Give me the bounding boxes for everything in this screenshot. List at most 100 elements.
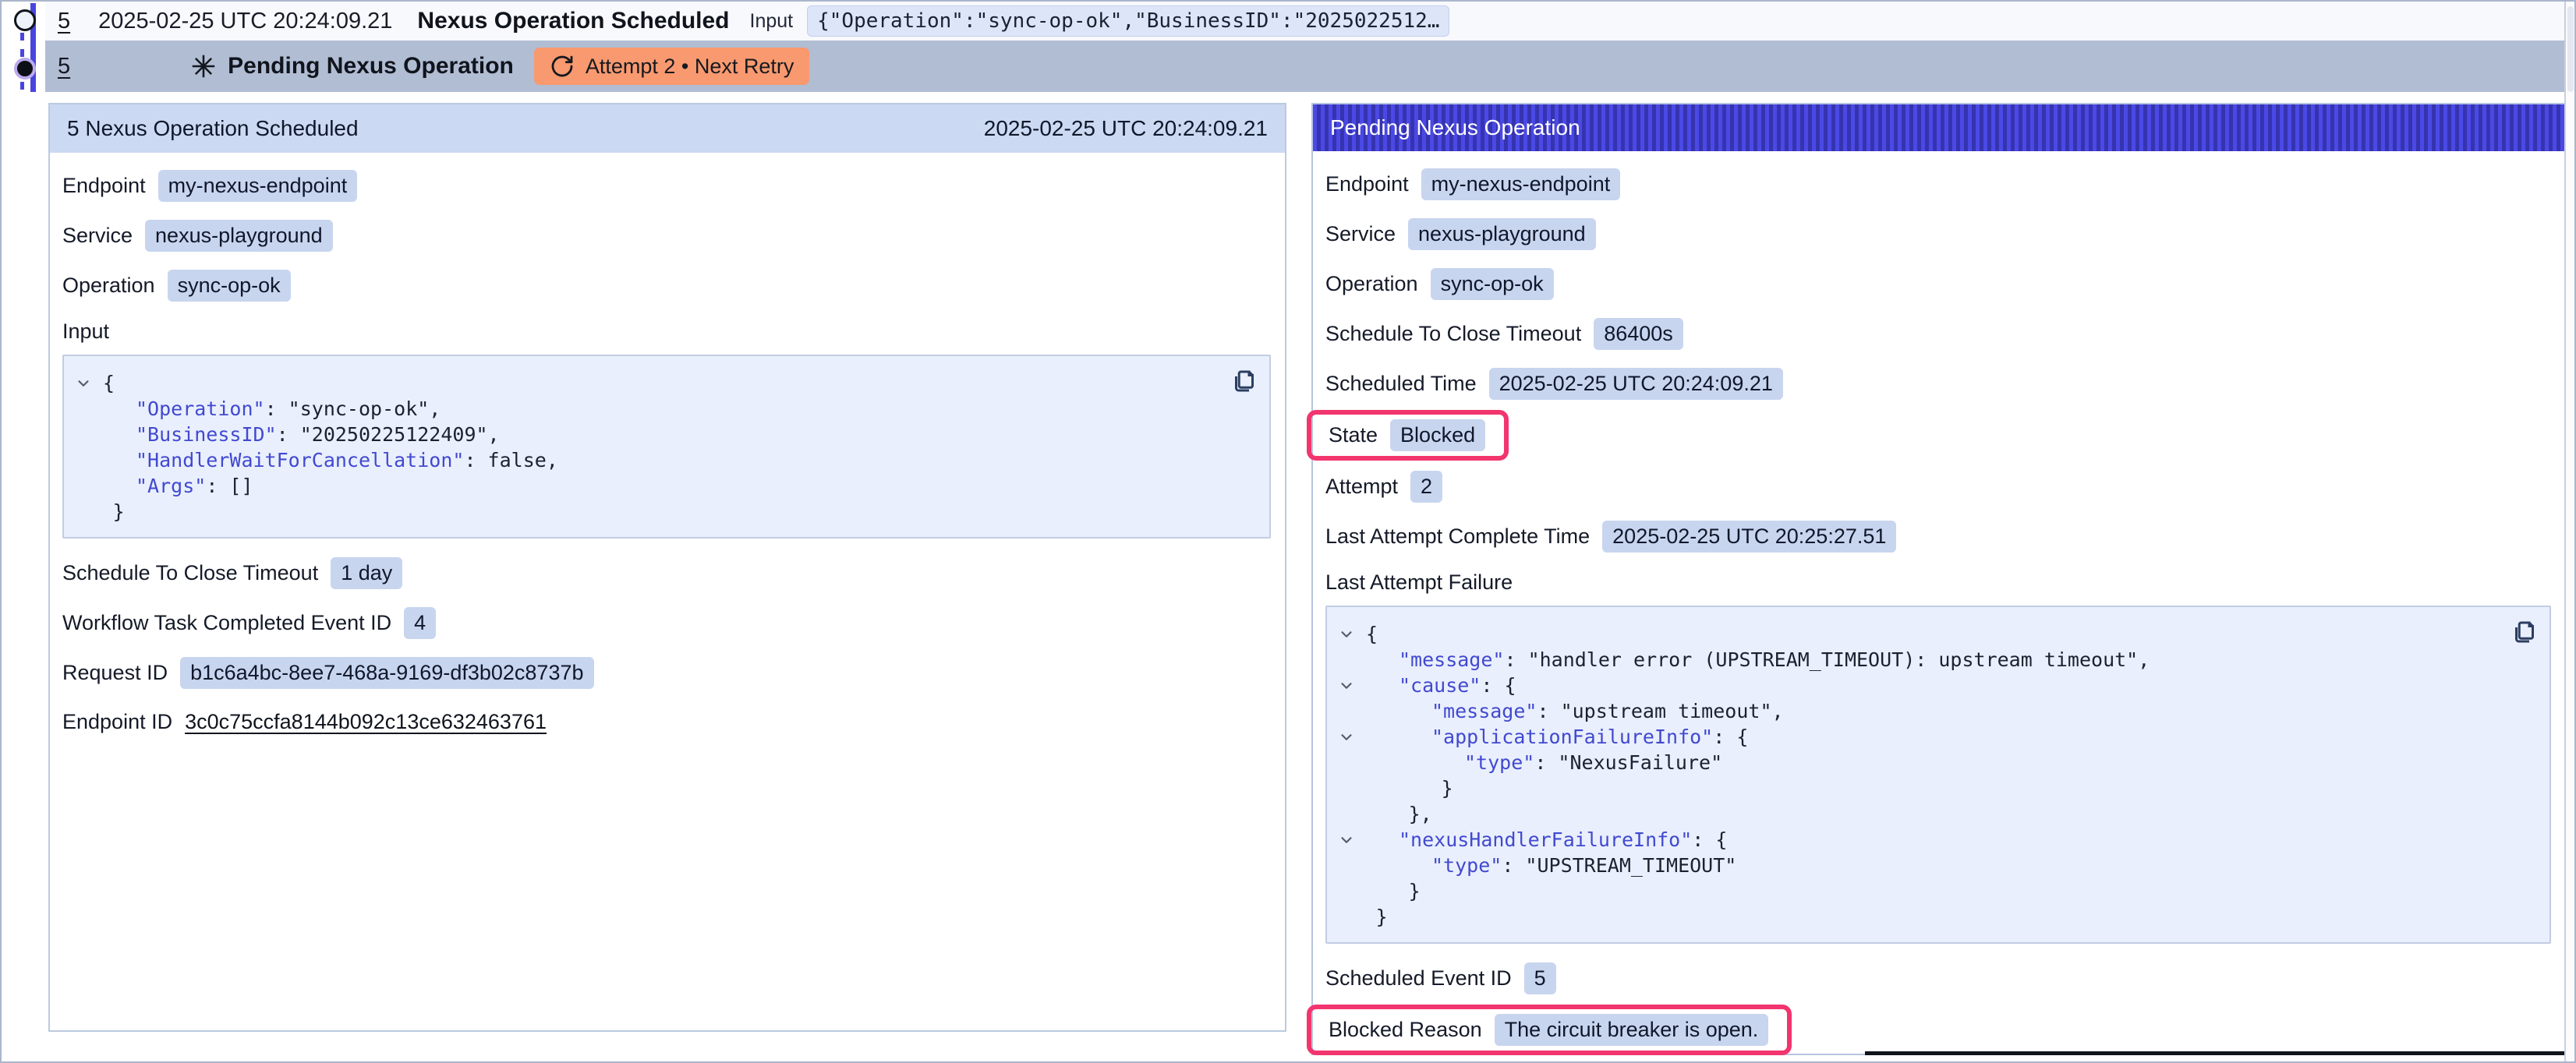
json-line: "type": "UPSTREAM_TIMEOUT"	[1338, 853, 2495, 878]
event-detail-fields: Endpointmy-nexus-endpointServicenexus-pl…	[50, 153, 1285, 736]
json-line: "Args": []	[75, 473, 1215, 499]
chevron-spacer	[1338, 801, 1366, 827]
field-value-badge: 1 day	[331, 557, 402, 589]
chevron-spacer	[75, 473, 103, 499]
json-line: },	[1338, 801, 2495, 827]
event-detail-panel: 5 Nexus Operation Scheduled 2025-02-25 U…	[48, 103, 1286, 1032]
field-state: StateBlocked	[1325, 418, 2551, 453]
field-label-attempt: Attempt	[1325, 475, 1398, 499]
chevron-spacer	[75, 422, 103, 447]
field-last-attempt-failure: Last Attempt Failure {"message": "handler…	[1325, 570, 2551, 944]
json-key: "type"	[1464, 750, 1534, 775]
json-plain: : false,	[464, 447, 557, 473]
field-label-blocked-reason: Blocked Reason	[1329, 1018, 1482, 1042]
json-line: }	[1338, 878, 2495, 904]
field-value-badge: nexus-playground	[1408, 218, 1596, 250]
copy-icon[interactable]	[1230, 367, 1258, 395]
field-label-scheduled-event-id: Scheduled Event ID	[1325, 966, 1512, 991]
json-line: "applicationFailureInfo": {	[1338, 724, 2495, 750]
json-plain: }	[113, 499, 125, 524]
json-line: {	[75, 370, 1215, 396]
json-line: "message": "handler error (UPSTREAM_TIME…	[1338, 647, 2495, 673]
pending-operation-panel-header: Pending Nexus Operation	[1313, 104, 2565, 151]
annotation-highlight-box: Blocked Reason The circuit breaker is ope…	[1307, 1005, 1792, 1055]
collapse-chevron-icon[interactable]	[1338, 724, 1366, 750]
field-label-service: Service	[62, 224, 133, 248]
collapse-chevron-icon[interactable]	[1338, 673, 1366, 698]
json-line: "Operation": "sync-op-ok",	[75, 396, 1215, 422]
field-label-last-attempt-complete-time: Last Attempt Complete Time	[1325, 524, 1590, 549]
field-value-badge: 5	[1524, 962, 1556, 994]
event-id-link[interactable]: 5	[58, 54, 70, 79]
event-title: Nexus Operation Scheduled	[417, 8, 729, 34]
field-label-schedule-to-close-timeout: Schedule To Close Timeout	[1325, 322, 1581, 346]
panel-title: 5 Nexus Operation Scheduled	[67, 116, 359, 141]
pending-event-title: Pending Nexus Operation	[228, 53, 514, 79]
event-timestamp: 2025-02-25 UTC 20:24:09.21	[98, 9, 392, 34]
json-line: "HandlerWaitForCancellation": false,	[75, 447, 1215, 473]
field-value-badge: The circuit breaker is open.	[1495, 1014, 1769, 1046]
collapse-chevron-icon[interactable]	[1338, 621, 1366, 647]
event-id-link[interactable]: 5	[58, 9, 70, 34]
json-plain: }	[1442, 775, 1453, 801]
json-key: "BusinessID"	[136, 422, 277, 447]
event-row-scheduled[interactable]: 5 2025-02-25 UTC 20:24:09.21 Nexus Opera…	[45, 2, 2567, 41]
field-attempt: Attempt 2	[1325, 471, 2551, 503]
event-row-pending[interactable]: 5 Pending Nexus Operation Attempt 2 • Ne…	[45, 41, 2567, 92]
json-line: "cause": {	[1338, 673, 2495, 698]
field-service: Service nexus-playground	[62, 220, 1271, 252]
field-service: Servicenexus-playground	[1325, 218, 2551, 250]
field-label-last-attempt-failure: Last Attempt Failure	[1325, 570, 2539, 595]
field-workflow-task-completed-event-id: Workflow Task Completed Event ID4	[62, 607, 1271, 639]
json-key: "applicationFailureInfo"	[1431, 724, 1713, 750]
timeline-node-open-icon	[14, 9, 36, 31]
json-key: "Args"	[136, 473, 206, 499]
chevron-spacer	[75, 499, 103, 524]
annotation-highlight-box: StateBlocked	[1307, 410, 1509, 461]
scrollbar-track[interactable]	[2564, 2, 2574, 1061]
field-operation: Operation sync-op-ok	[1325, 268, 2551, 300]
json-key: "HandlerWaitForCancellation"	[136, 447, 464, 473]
event-detail-panel-header: 5 Nexus Operation Scheduled 2025-02-25 U…	[50, 104, 1285, 153]
json-viewer-last-attempt-failure: {"message": "handler error (UPSTREAM_TIM…	[1325, 606, 2551, 944]
scrollbar-thumb[interactable]	[2567, 6, 2574, 92]
json-plain: : "20250225122409",	[277, 422, 500, 447]
field-value-badge: 2025-02-25 UTC 20:25:27.51	[1602, 521, 1896, 553]
field-scheduled-time: Scheduled Time 2025-02-25 UTC 20:24:09.21	[1325, 368, 2551, 400]
field-label-endpoint-id: Endpoint ID	[62, 710, 172, 734]
field-label-operation: Operation	[1325, 272, 1418, 296]
field-label-workflow-task-completed-event-id: Workflow Task Completed Event ID	[62, 611, 391, 635]
json-plain: }	[1376, 904, 1388, 930]
field-label-scheduled-time: Scheduled Time	[1325, 372, 1477, 396]
collapse-chevron-icon[interactable]	[75, 370, 103, 396]
field-label-endpoint: Endpoint	[1325, 172, 1409, 196]
chevron-spacer	[1338, 698, 1366, 724]
collapse-chevron-icon[interactable]	[1338, 827, 1366, 853]
event-timeline	[2, 2, 45, 97]
endpoint-id-link[interactable]: 3c0c75ccfa8144b092c13ce632463761	[185, 710, 547, 734]
field-value-badge: 2025-02-25 UTC 20:24:09.21	[1489, 368, 1783, 400]
panel-timestamp: 2025-02-25 UTC 20:24:09.21	[984, 116, 1268, 141]
json-line: "type": "NexusFailure"	[1338, 750, 2495, 775]
field-value-badge: nexus-playground	[145, 220, 333, 252]
field-label-endpoint: Endpoint	[62, 174, 146, 198]
json-plain: : []	[206, 473, 253, 499]
json-line: "nexusHandlerFailureInfo": {	[1338, 827, 2495, 853]
chevron-spacer	[1338, 775, 1366, 801]
field-label-operation: Operation	[62, 274, 155, 298]
json-key: "type"	[1431, 853, 1502, 878]
field-blocked-reason: Blocked Reason The circuit breaker is ope…	[1325, 1012, 2551, 1047]
json-key: "message"	[1399, 647, 1504, 673]
event-detail-label: Input	[750, 10, 794, 33]
json-line: }	[75, 499, 1215, 524]
retry-icon	[550, 54, 575, 79]
workflow-event-history-screen: 5 2025-02-25 UTC 20:24:09.21 Nexus Opera…	[0, 0, 2576, 1063]
field-value-badge: my-nexus-endpoint	[1421, 168, 1621, 200]
json-key: "message"	[1431, 698, 1537, 724]
chevron-spacer	[1338, 878, 1366, 904]
field-value-badge: sync-op-ok	[1431, 268, 1554, 300]
field-request-id: Request IDb1c6a4bc-8ee7-468a-9169-df3b02…	[62, 657, 1271, 689]
copy-icon[interactable]	[2511, 618, 2539, 646]
json-plain: : "handler error (UPSTREAM_TIMEOUT): ups…	[1504, 647, 2150, 673]
field-value-badge: 2	[1410, 471, 1442, 503]
